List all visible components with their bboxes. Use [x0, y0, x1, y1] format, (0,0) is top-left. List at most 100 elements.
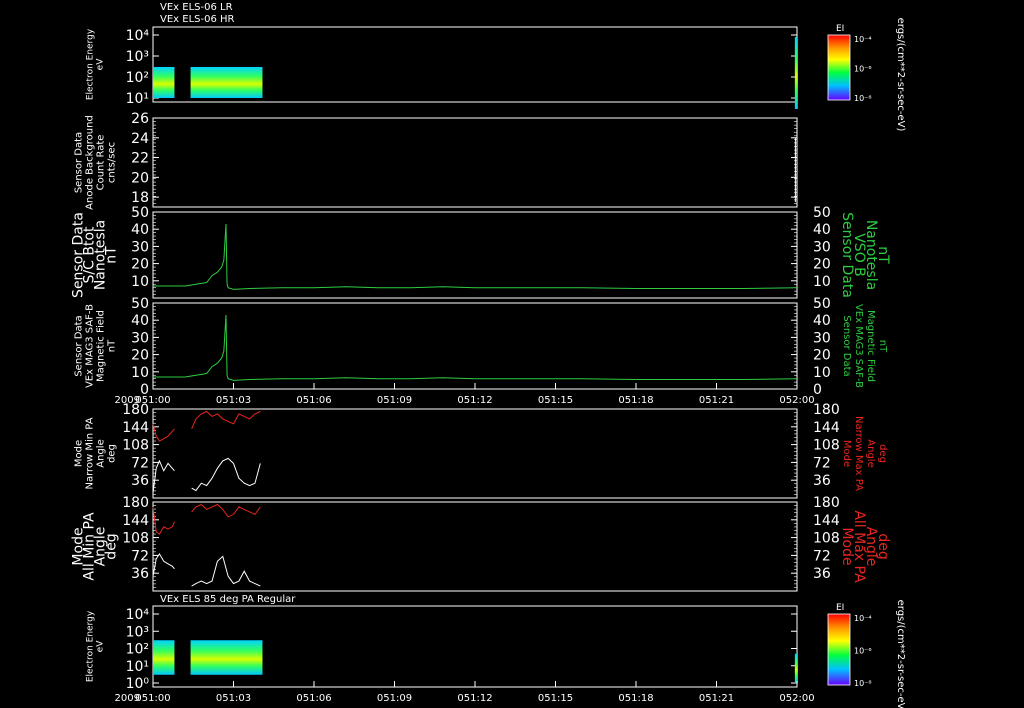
right-axis-label-line: nT: [877, 340, 888, 353]
right-axis-label-line: deg: [875, 533, 891, 559]
panel-all-pa: 180 180144 144108 10872 7236 36ModeAll Min PA…: [71, 495, 891, 592]
colorbar-unit: ergs/(cm**2-sr-sec-eV): [895, 600, 906, 708]
series-line: [191, 555, 261, 587]
series-line: [152, 459, 175, 494]
right-axis-label: Mode Narrow Max PA Angle deg: [841, 416, 888, 491]
x-tick-label: 051:09: [377, 693, 412, 704]
spectrogram-block: [153, 66, 175, 98]
x-tick-label: 051:15: [538, 693, 573, 704]
right-axis-label-line: Sensor Data: [841, 315, 852, 376]
y-tick-label-right: 40: [813, 222, 831, 238]
x-tick-label: 051:06: [296, 395, 331, 406]
y-tick-label-right: 50: [813, 296, 831, 312]
y-axis-label-line: cnts/sec: [107, 142, 118, 183]
panel-frame: [152, 501, 798, 592]
y-tick-label: 20: [131, 257, 149, 273]
y-tick-label: 10⁰: [126, 676, 150, 692]
y-axis-label: Sensor DataS/C BtotNanoteslanT: [71, 212, 120, 298]
y-tick-label-right: 40: [813, 313, 831, 329]
colorbar-tick-label: 10⁻⁶: [854, 65, 872, 74]
panel-narrow-pa: 180 180144 144108 10872 7236 36Mode Narrow Min…: [74, 402, 888, 499]
right-axis-label-line: VEx MAG3 SAF-B: [853, 304, 864, 388]
y-tick-label-right: 72: [813, 455, 831, 471]
x-tick-label: 051:21: [699, 693, 734, 704]
y-tick-label-right: 108: [813, 531, 840, 547]
y-tick-label: 10: [131, 365, 149, 381]
x-tick-label: 051:03: [216, 693, 251, 704]
x-tick-label: 051:00: [135, 693, 170, 704]
y-tick-label: 50: [131, 205, 149, 221]
spectrogram-block: [794, 37, 798, 109]
y-tick-label: 10²: [126, 70, 149, 86]
y-axis-label-line: Sensor Data: [74, 315, 85, 376]
y-tick-label: 36: [131, 473, 149, 489]
series-line: [153, 223, 798, 290]
y-tick-label: 10³: [126, 624, 149, 640]
panel-els-lr-hr: 10⁴ 10³ 10² 10¹ Electron Energy eV VEx ELS-06 …: [86, 2, 907, 131]
panel-els-85deg: 10⁴10³ 10²10¹10⁰ Electron Energy eV VEx ELS …: [86, 594, 907, 708]
panel-anode-background: 26 24 22 20 18 Sensor Data Anode Background Cou…: [74, 111, 798, 210]
y-tick-label: 40: [131, 222, 149, 238]
y-tick-label-right: 180: [813, 402, 840, 418]
right-axis-label-line: Narrow Max PA: [853, 416, 864, 491]
y-tick-label-right: 144: [813, 420, 840, 436]
right-axis-label-line: Mode: [841, 440, 852, 467]
y-tick-label-right: 108: [813, 438, 840, 454]
y-tick-label-right: 144: [813, 513, 840, 529]
y-axis-label-line: nT: [104, 246, 120, 264]
y-axis-label-line: Anode Background: [85, 115, 96, 210]
colorbar-unit-text: ergs/(cm**2-sr-sec-eV): [895, 18, 906, 132]
y-axis-label-line: Magnetic Field: [96, 310, 107, 382]
y-tick-label: 72: [131, 548, 149, 564]
right-axis-label-line: Magnetic Field: [865, 310, 876, 382]
colorbar-tick-label: 10⁻⁴: [854, 614, 872, 623]
right-axis-label: Sensor Data VEx MAG3 SAF-B Magnetic Field n…: [841, 304, 888, 388]
y-axis-label-line: Electron Energy: [86, 610, 96, 682]
spectrogram-block: [153, 640, 175, 675]
y-tick-label: 10²: [126, 642, 149, 658]
y-axis-label-line: Electron Energy: [86, 28, 96, 100]
y-axis-label-line: eV: [96, 640, 106, 653]
colorbar-label: EI: [836, 24, 844, 34]
x-tick-label: 051:09: [377, 395, 412, 406]
y-axis-label: Electron Energy eV: [86, 28, 106, 100]
y-axis-label-line: Count Rate: [96, 135, 107, 191]
x-tick-label: 051:18: [618, 693, 653, 704]
y-tick-label: 144: [122, 513, 149, 529]
y-tick-label: 24: [131, 131, 149, 147]
y-tick-label: 10³: [126, 49, 149, 65]
y-tick-label: 26: [131, 111, 149, 127]
y-tick-label: 22: [131, 151, 149, 167]
y-axis-label-line: Narrow Min PA: [85, 417, 96, 489]
y-tick-label-right: 10: [813, 274, 831, 290]
colorbar-unit-text: ergs/(cm**2-sr-sec-eV): [895, 600, 906, 708]
y-tick-label: 10¹: [126, 659, 149, 675]
panel-frame: [152, 117, 798, 208]
y-tick-label: 30: [131, 330, 149, 346]
panel-title: VEx ELS-06 LR: [160, 2, 233, 13]
colorbar-tick-label: 10⁻⁶: [854, 647, 872, 656]
colorbar-unit: ergs/(cm**2-sr-sec-eV): [895, 18, 906, 132]
panel-title: VEx ELS-06 HR: [160, 14, 235, 25]
y-tick-label: 20: [131, 348, 149, 364]
spectrogram-block: [190, 66, 263, 98]
y-tick-label: 180: [122, 495, 149, 511]
panel-frame: [152, 408, 798, 499]
y-tick-label-right: 36: [813, 566, 831, 582]
y-axis-label-line: Angle: [96, 439, 107, 467]
colorbar-tick-label: 10⁻⁴: [854, 35, 872, 44]
series-line: [191, 457, 261, 492]
y-tick-label-right: 30: [813, 330, 831, 346]
spectrogram-block: [190, 640, 263, 675]
colorbar: [827, 613, 851, 686]
y-axis-label-line: Mode: [74, 440, 85, 467]
y-tick-label-right: 20: [813, 348, 831, 364]
x-tick-label: 051:06: [296, 693, 331, 704]
y-tick-label-right: 72: [813, 548, 831, 564]
y-tick-label: 108: [122, 531, 149, 547]
y-tick-label: 144: [122, 420, 149, 436]
colorbar: [827, 34, 851, 101]
y-axis-label: Sensor Data VEx MAG3 SAF-B Magnetic Field n…: [74, 304, 118, 388]
series-line: [191, 410, 261, 429]
panel-frame: [152, 302, 798, 390]
